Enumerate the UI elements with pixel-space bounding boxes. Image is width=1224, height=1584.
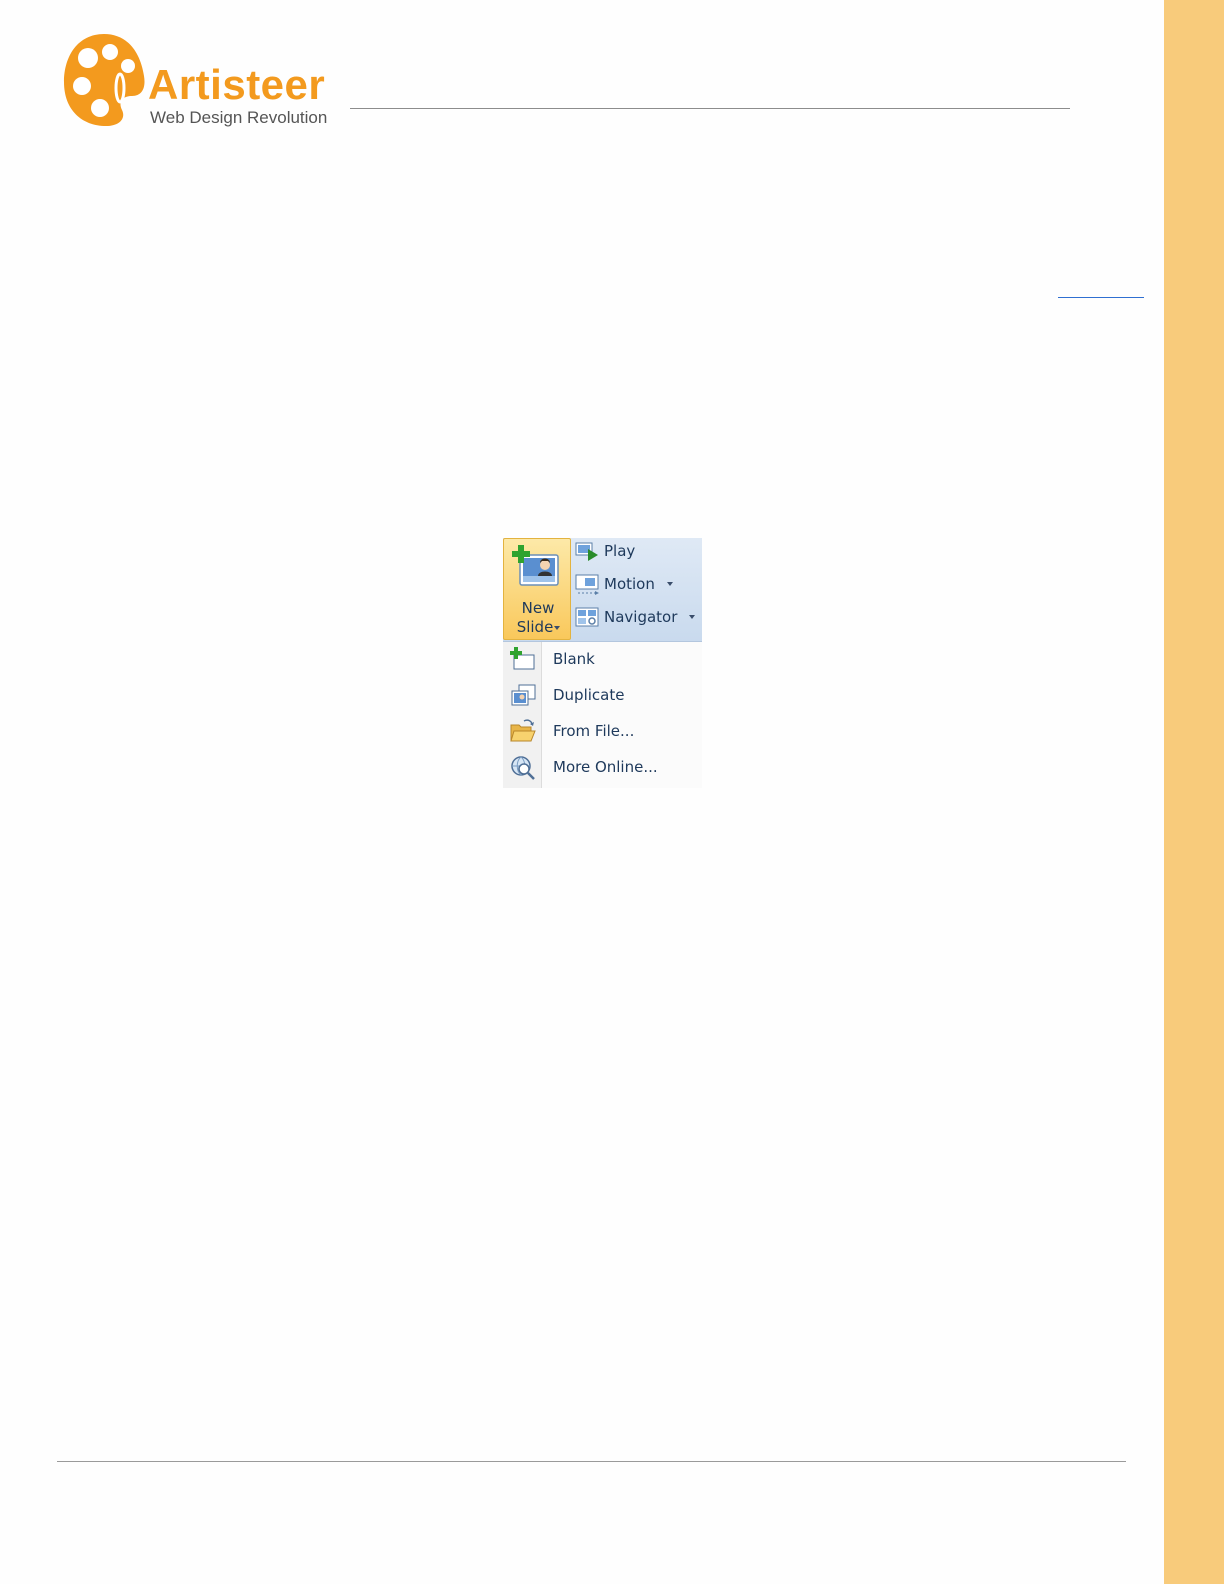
motion-label: Motion [604,575,655,593]
chevron-down-icon [554,626,560,630]
menu-item-label: More Online... [553,758,658,776]
navigator-label: Navigator [604,608,678,626]
ribbon-screenshot: New Slide Play Motion Navigator Blank Du… [503,538,702,788]
footer-rule [57,1461,1126,1462]
link-underline[interactable] [1058,297,1144,298]
ribbon-group: New Slide Play Motion Navigator [503,538,702,642]
navigator-icon [575,607,599,627]
duplicate-icon [511,684,536,706]
chevron-down-icon [667,582,673,586]
header-rule [350,108,1070,109]
navigator-button[interactable]: Navigator [575,604,699,632]
play-button[interactable]: Play [575,538,655,566]
play-icon [575,542,598,561]
new-slide-button[interactable]: New Slide [503,538,571,640]
side-color-band [1164,0,1224,1584]
new-slide-label-line1: New [521,599,555,617]
brand-name: Artisteer [148,61,326,108]
motion-button[interactable]: Motion [575,571,685,599]
palette-icon [64,34,145,126]
play-label: Play [604,542,636,560]
menu-item-label: From File... [553,722,635,740]
menu-item-duplicate[interactable]: Duplicate [503,678,702,712]
menu-item-label: Blank [553,650,595,668]
menu-item-blank[interactable]: Blank [503,642,702,676]
menu-item-from-file[interactable]: From File... [503,714,702,748]
motion-icon [575,574,599,595]
folder-open-icon [510,719,536,742]
chevron-down-icon [689,615,695,619]
brand-tagline: Web Design Revolution [150,108,328,127]
blank-slide-icon [510,647,535,670]
new-slide-dropdown-menu: Blank Duplicate From File... More Online… [503,642,702,788]
menu-item-label: Duplicate [553,686,625,704]
globe-search-icon [511,756,535,780]
new-slide-label-line2: Slide [516,618,554,636]
new-slide-icon [512,545,559,586]
menu-item-more-online[interactable]: More Online... [503,750,702,784]
artisteer-logo: Artisteer Web Design Revolution [62,32,352,132]
